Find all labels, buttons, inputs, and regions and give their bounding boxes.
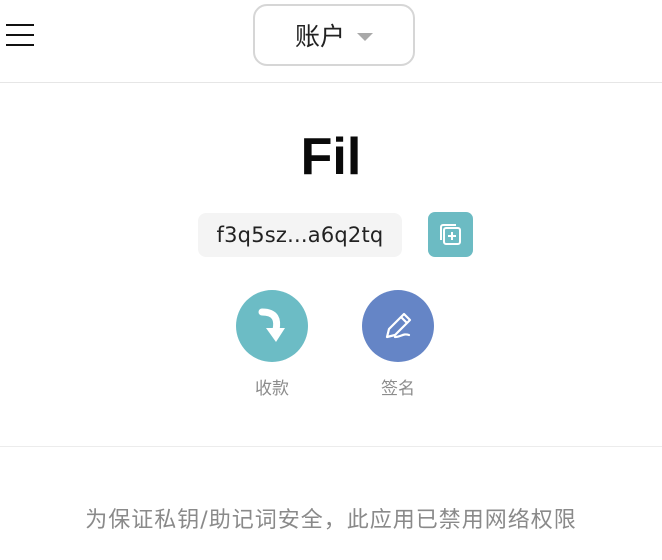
receive-label: 收款 [255, 379, 289, 399]
wallet-screen: 账户 Fil f3q5sz...a6q2tq 收款 签名 为保证私钥/助记词安全… [0, 0, 662, 560]
copy-address-button[interactable] [428, 212, 473, 257]
copy-plus-icon [439, 223, 461, 245]
receive-circle [236, 290, 308, 362]
account-selector-label: 账户 [294, 22, 345, 51]
address-row: f3q5sz...a6q2tq [198, 212, 473, 258]
account-selector[interactable]: 账户 [253, 4, 415, 66]
sign-button[interactable]: 签名 [338, 290, 458, 399]
caret-down-icon [357, 32, 373, 41]
section-divider [0, 446, 662, 447]
sign-label: 签名 [381, 379, 415, 399]
hamburger-menu-icon[interactable] [6, 22, 36, 50]
sign-circle [362, 290, 434, 362]
receive-button[interactable]: 收款 [212, 290, 332, 399]
wallet-address: f3q5sz...a6q2tq [198, 213, 402, 257]
receive-arrow-icon [258, 308, 285, 342]
top-bar: 账户 [0, 0, 662, 83]
pen-icon [385, 312, 412, 339]
security-notice: 为保证私钥/助记词安全，此应用已禁用网络权限 [85, 508, 577, 533]
coin-title: Fil [300, 128, 362, 186]
